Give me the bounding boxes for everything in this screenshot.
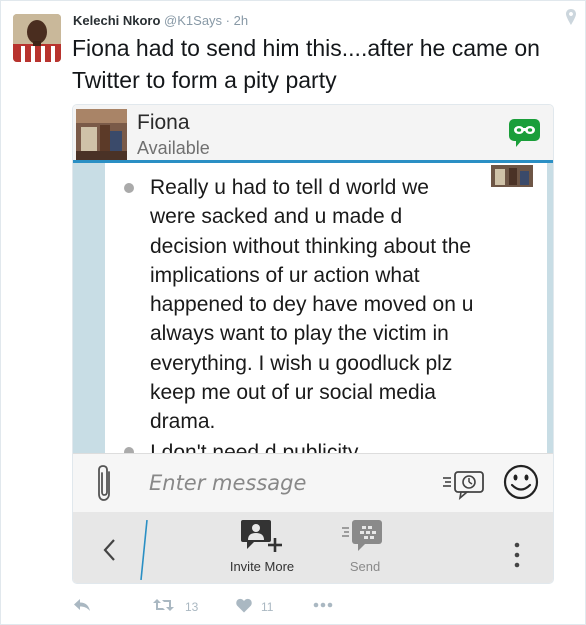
message-text: Really u had to tell d world we were sac… xyxy=(150,176,474,434)
invite-icon xyxy=(241,520,282,552)
message-input-bar xyxy=(73,453,553,512)
reply-icon[interactable] xyxy=(73,598,91,612)
author-handle[interactable]: @K1Says xyxy=(164,13,222,28)
pin-icon xyxy=(566,9,576,25)
like-count: 11 xyxy=(261,600,274,614)
message-text: I don't need d publicity xyxy=(150,441,359,453)
retweet-count: 13 xyxy=(185,600,199,614)
bbm-chat-header: Fiona Available xyxy=(73,105,553,163)
tweet-actions: 13 11 xyxy=(73,597,373,617)
invite-more-button[interactable]: Invite More xyxy=(221,518,303,580)
author-name[interactable]: Kelechi Nkoro xyxy=(73,13,160,28)
paperclip-icon[interactable] xyxy=(95,464,115,502)
invite-more-label: Invite More xyxy=(229,559,295,574)
voice-note-icon[interactable] xyxy=(441,468,487,500)
send-icon xyxy=(342,520,382,551)
avatar[interactable] xyxy=(13,14,61,62)
contact-avatar[interactable] xyxy=(76,109,127,160)
retweet-icon[interactable] xyxy=(153,598,174,612)
tweet-time[interactable]: 2h xyxy=(234,13,248,28)
separator-dot: · xyxy=(225,13,231,28)
tweet-text: Fiona had to send him this....after he c… xyxy=(72,35,540,93)
message-list[interactable]: Really u had to tell d world we were sac… xyxy=(105,163,547,453)
bbm-icon[interactable] xyxy=(508,118,541,148)
message-thumbnail xyxy=(491,165,533,187)
emoji-icon[interactable] xyxy=(503,464,539,500)
tweet-media-screenshot[interactable]: Fiona Available Really u had to tell d w… xyxy=(72,104,554,584)
back-icon[interactable] xyxy=(102,538,118,562)
message-bullet xyxy=(124,183,134,193)
send-label: Send xyxy=(349,559,381,574)
tweet-header: Kelechi Nkoro @K1Says · 2h xyxy=(73,13,248,28)
bbm-toolbar: Invite More Send xyxy=(73,512,553,583)
send-button[interactable]: Send xyxy=(335,518,395,580)
tweet-card[interactable]: Kelechi Nkoro @K1Says · 2h Fiona had to … xyxy=(0,0,586,625)
contact-name: Fiona xyxy=(137,111,190,134)
contact-status: Available xyxy=(137,138,210,158)
like-icon[interactable] xyxy=(236,598,252,613)
chat-area: Really u had to tell d world we were sac… xyxy=(73,163,553,453)
more-icon[interactable] xyxy=(514,542,520,568)
more-actions-icon[interactable] xyxy=(313,602,333,608)
toolbar-divider xyxy=(140,520,148,580)
message-input[interactable] xyxy=(149,468,429,498)
